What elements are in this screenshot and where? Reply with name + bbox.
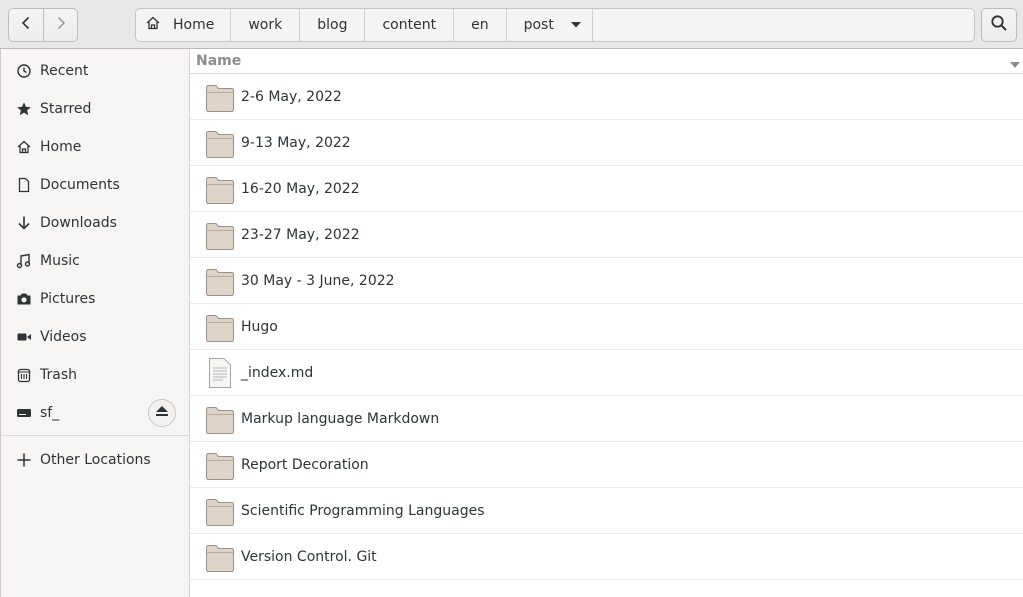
- folder-icon: [205, 127, 235, 159]
- search-icon: [990, 14, 1008, 36]
- folder-icon: [205, 173, 235, 205]
- go-previous-icon: [18, 15, 34, 35]
- path-en-label: en: [471, 17, 489, 33]
- sidebar-item-other-locations[interactable]: Other Locations: [1, 441, 190, 479]
- folder-icon: [205, 495, 235, 527]
- folder-icon: [205, 265, 235, 297]
- sidebar-item-trash[interactable]: Trash: [1, 356, 190, 394]
- path-blog-button[interactable]: blog: [300, 9, 366, 41]
- document-icon: [16, 177, 32, 193]
- folder-icon: [205, 219, 235, 251]
- folder-icon: [205, 403, 235, 435]
- sidebar-item-label: Pictures: [40, 291, 96, 307]
- sort-descending-icon: [1009, 57, 1021, 73]
- music-icon: [16, 253, 32, 269]
- home-icon: [145, 15, 173, 35]
- sidebar-item-label: Other Locations: [40, 452, 151, 468]
- file-row[interactable]: Version Control. Git: [190, 534, 1023, 580]
- name-column-header[interactable]: Name: [190, 49, 1023, 74]
- header-bar: Home work blog content en post: [0, 0, 1023, 49]
- sidebar-item-recent[interactable]: Recent: [1, 52, 190, 90]
- search-button[interactable]: [981, 8, 1017, 42]
- sidebar-item-music[interactable]: Music: [1, 242, 190, 280]
- sidebar-item-downloads[interactable]: Downloads: [1, 204, 190, 242]
- file-name: 30 May - 3 June, 2022: [241, 272, 395, 289]
- sidebar: Recent Starred Home Documents Downloads …: [0, 49, 190, 597]
- file-name: 23-27 May, 2022: [241, 226, 360, 243]
- camera-icon: [16, 291, 32, 307]
- folder-icon: [205, 81, 235, 113]
- text-file-icon: [205, 357, 235, 389]
- sidebar-item-starred[interactable]: Starred: [1, 90, 190, 128]
- sidebar-item-label: Recent: [40, 63, 89, 79]
- file-row[interactable]: 2-6 May, 2022: [190, 74, 1023, 120]
- plus-icon: [16, 452, 32, 468]
- file-name: Scientific Programming Languages: [241, 502, 485, 519]
- path-home-label: Home: [173, 17, 215, 33]
- file-row[interactable]: Hugo: [190, 304, 1023, 350]
- path-post-button[interactable]: post: [507, 9, 593, 41]
- sidebar-item-label: Home: [40, 139, 82, 155]
- path-work-button[interactable]: work: [231, 9, 301, 41]
- file-row[interactable]: Report Decoration: [190, 442, 1023, 488]
- star-icon: [16, 101, 32, 117]
- path-bar: Home work blog content en post: [135, 8, 975, 42]
- sidebar-item-home[interactable]: Home: [1, 128, 190, 166]
- file-name: Report Decoration: [241, 456, 369, 473]
- navigation-buttons: [8, 8, 78, 42]
- file-row[interactable]: _index.md: [190, 350, 1023, 396]
- chevron-down-icon: [554, 17, 582, 33]
- folder-icon: [205, 311, 235, 343]
- back-button[interactable]: [9, 9, 43, 41]
- sidebar-item-label: Music: [40, 253, 80, 269]
- sidebar-item-label: Videos: [40, 329, 87, 345]
- sidebar-item-videos[interactable]: Videos: [1, 318, 190, 356]
- eject-icon: [155, 405, 169, 421]
- sidebar-item-pictures[interactable]: Pictures: [1, 280, 190, 318]
- sidebar-item-label: Downloads: [40, 215, 117, 231]
- file-name: 2-6 May, 2022: [241, 88, 342, 105]
- path-blog-label: blog: [317, 17, 348, 33]
- trash-icon: [16, 367, 32, 383]
- column-header-label: Name: [196, 53, 242, 69]
- folder-icon: [205, 541, 235, 573]
- forward-button[interactable]: [43, 9, 77, 41]
- folder-icon: [205, 449, 235, 481]
- download-icon: [16, 215, 32, 231]
- file-name: Hugo: [241, 318, 278, 335]
- path-en-button[interactable]: en: [454, 9, 507, 41]
- file-row[interactable]: 9-13 May, 2022: [190, 120, 1023, 166]
- file-name: Markup language Markdown: [241, 410, 440, 427]
- sidebar-item-documents[interactable]: Documents: [1, 166, 190, 204]
- file-name: 9-13 May, 2022: [241, 134, 351, 151]
- go-next-icon: [53, 15, 69, 35]
- sidebar-separator: [1, 435, 190, 436]
- file-row[interactable]: 16-20 May, 2022: [190, 166, 1023, 212]
- sidebar-item-label: sf_: [40, 405, 60, 421]
- file-row[interactable]: 30 May - 3 June, 2022: [190, 258, 1023, 304]
- clock-icon: [16, 63, 32, 79]
- path-post-label: post: [523, 17, 554, 33]
- file-row[interactable]: Scientific Programming Languages: [190, 488, 1023, 534]
- sidebar-item-label: Documents: [40, 177, 120, 193]
- path-content-button[interactable]: content: [365, 9, 455, 41]
- video-icon: [16, 329, 32, 345]
- file-name: 16-20 May, 2022: [241, 180, 360, 197]
- path-home-button[interactable]: Home: [136, 9, 232, 41]
- file-row[interactable]: 23-27 May, 2022: [190, 212, 1023, 258]
- path-content-label: content: [382, 17, 437, 33]
- file-list-view: Name 2-6 May, 2022 9-13 May, 2022 16-20 Ma…: [190, 49, 1023, 597]
- file-row[interactable]: Markup language Markdown: [190, 396, 1023, 442]
- file-name: Version Control. Git: [241, 548, 377, 565]
- home-icon: [16, 139, 32, 155]
- sidebar-item-label: Trash: [40, 367, 77, 383]
- eject-button[interactable]: [148, 399, 176, 427]
- sidebar-item-label: Starred: [40, 101, 92, 117]
- drive-icon: [16, 405, 32, 421]
- path-work-label: work: [248, 17, 283, 33]
- file-name: _index.md: [241, 364, 314, 381]
